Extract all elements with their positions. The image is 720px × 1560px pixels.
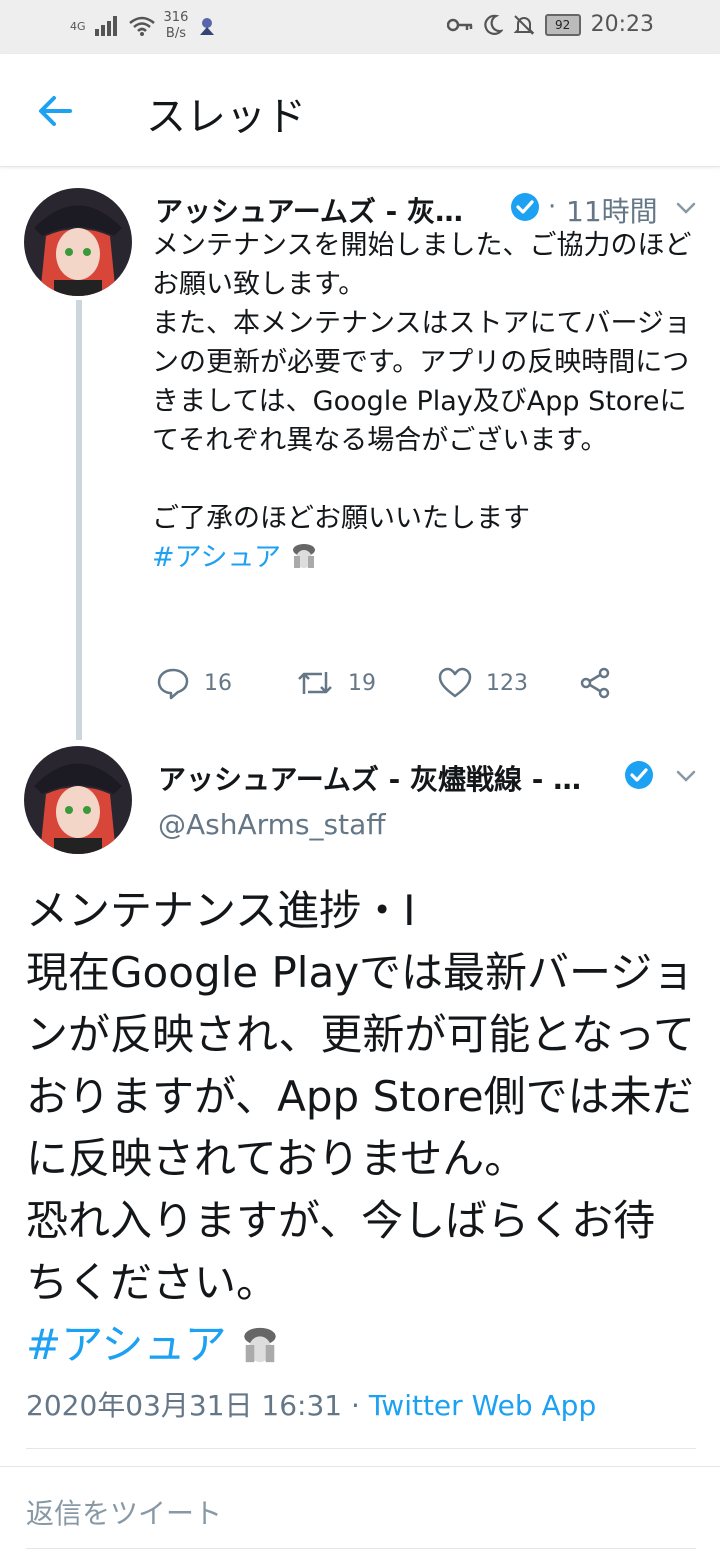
reply-icon (157, 668, 189, 700)
share-button[interactable] (578, 663, 612, 703)
avatar[interactable] (24, 188, 132, 296)
avatar[interactable] (24, 746, 132, 854)
status-bar: 4G 316 B/s 92 20:23 (0, 0, 720, 54)
mute-icon (513, 14, 535, 35)
tweet1-body: メンテナンスを開始しました、ご協力のほどお願い致します。 また、本メンテナンスは… (152, 226, 697, 577)
thread-line (76, 300, 82, 740)
speed-value: 316 (163, 10, 189, 25)
wifi-icon (128, 16, 155, 36)
source-app-link[interactable]: Twitter Web App (369, 1389, 596, 1422)
moon-icon (483, 14, 503, 35)
battery-indicator: 92 (544, 13, 581, 36)
tweet1-time: 11時間 (566, 195, 658, 228)
tweet2-hashtag[interactable]: #アシュア (26, 1320, 227, 1369)
tweet2-text: メンテナンス進捗・Ⅰ 現在Google Playでは最新バージョンが反映され、更… (26, 886, 696, 1307)
verified-icon (511, 193, 539, 221)
app-notification-icon (200, 18, 215, 35)
retweet-button[interactable]: 19 (296, 663, 376, 703)
app-bar: スレッド (0, 54, 720, 167)
avatar-image (24, 746, 132, 854)
retweet-icon (298, 672, 332, 694)
tweet2-handle[interactable]: @AshArms_staff (158, 808, 386, 841)
like-count: 123 (486, 670, 528, 696)
chevron-down-icon[interactable] (672, 762, 700, 790)
back-arrow-icon (39, 96, 72, 126)
reply-button[interactable]: 16 (156, 663, 232, 703)
divider (0, 1466, 720, 1467)
like-icon (438, 667, 472, 698)
tweet2-author-name[interactable]: アッシュアームズ - 灰燼戦線 - … (158, 758, 581, 798)
status-right: 92 20:23 (446, 12, 654, 37)
tweet2-date: 2020年03月31日 16:31 (26, 1389, 343, 1422)
signal-icon (94, 16, 117, 36)
speed-unit: B/s (165, 26, 186, 41)
status-left: 4G 316 B/s (70, 10, 218, 42)
tweet2-meta: 2020年03月31日 16:31 · Twitter Web App (26, 1384, 596, 1424)
divider (26, 1448, 696, 1449)
character-emoji-icon (292, 544, 315, 568)
retweet-count: 19 (348, 670, 376, 696)
tweet1-hashtag[interactable]: #アシュア (152, 542, 281, 573)
back-button[interactable] (30, 86, 80, 136)
key-icon (446, 18, 472, 31)
tweet2-separator: · (351, 1389, 360, 1422)
tweet1-author-name[interactable]: アッシュアームズ - 灰… (155, 190, 463, 230)
chevron-down-icon[interactable] (672, 194, 700, 222)
clock: 20:23 (590, 12, 654, 37)
tweet1-separator: · (548, 192, 557, 222)
tweet2-body: メンテナンス進捗・Ⅰ 現在Google Playでは最新バージョンが反映され、更… (26, 880, 696, 1376)
share-icon (580, 667, 610, 699)
divider (26, 1548, 696, 1549)
verified-icon (625, 761, 653, 789)
network-type: 4G (70, 19, 86, 33)
tweet1-text: メンテナンスを開始しました、ご協力のほどお願い致します。 また、本メンテナンスは… (152, 230, 692, 534)
like-button[interactable]: 123 (438, 663, 528, 703)
page-title: スレッド (146, 94, 306, 140)
reply-input[interactable]: 返信をツイート (26, 1492, 222, 1532)
avatar-image (24, 188, 132, 296)
network-speed: 316 B/s (164, 10, 189, 42)
character-emoji-icon (244, 1327, 276, 1363)
reply-count: 16 (204, 670, 232, 696)
